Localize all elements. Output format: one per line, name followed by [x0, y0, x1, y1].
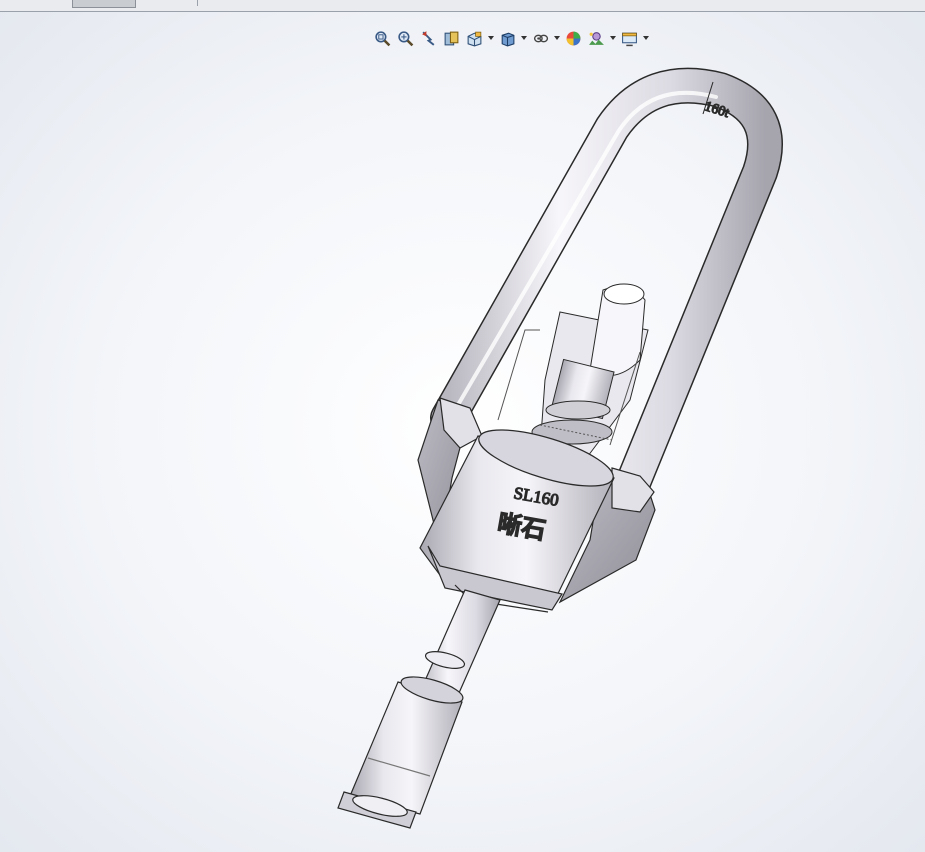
stem-pipe — [337, 589, 501, 829]
swivel-3d-model[interactable]: 160t SL160 晰石 — [0, 0, 925, 852]
